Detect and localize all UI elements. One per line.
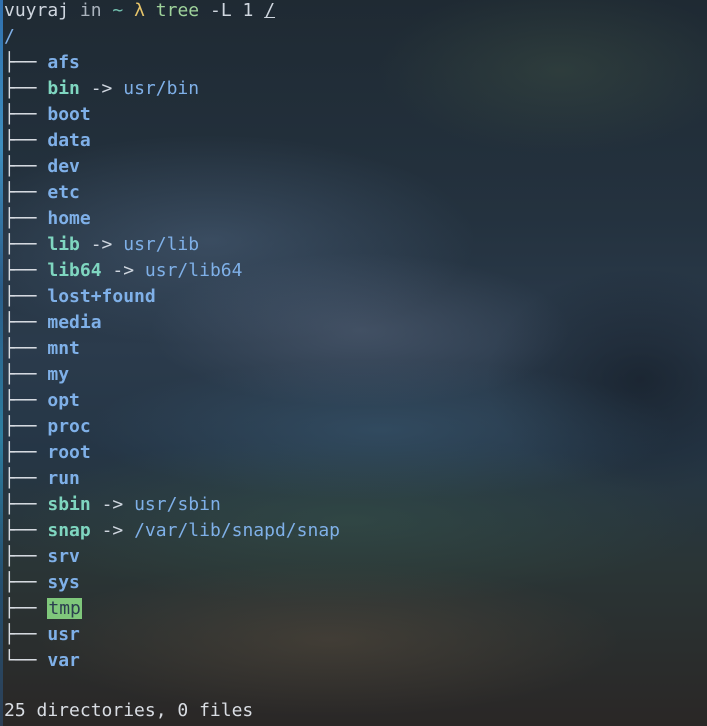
directory-name: media <box>47 312 102 333</box>
directory-name: boot <box>47 104 91 125</box>
directory-name: mnt <box>47 338 80 359</box>
command-args: -L 1 <box>209 0 254 21</box>
prompt-in: in <box>79 0 102 21</box>
tree-entry: ├── my <box>4 364 707 390</box>
symlink-target: usr/lib64 <box>144 260 243 281</box>
tree-entry: ├── sys <box>4 572 707 598</box>
prompt-lambda-icon: λ <box>134 0 145 21</box>
prompt-user: vuyraj <box>4 0 70 21</box>
command-name: tree <box>155 0 200 21</box>
terminal-window[interactable]: vuyraj in ~ λ tree -L 1 / / ├── afs ├── b… <box>0 0 707 726</box>
symlink-name: sbin <box>47 494 91 515</box>
tree-branch-glyph: ├── <box>4 468 37 489</box>
prompt-line: vuyraj in ~ λ tree -L 1 / <box>4 0 707 26</box>
tree-list: ├── afs ├── bin -> usr/bin ├── boot ├── dat… <box>4 52 707 676</box>
tree-branch-glyph: ├── <box>4 234 37 255</box>
tree-branch-glyph: ├── <box>4 104 37 125</box>
tree-branch-glyph: ├── <box>4 260 37 281</box>
tree-branch-glyph: ├── <box>4 442 37 463</box>
tree-branch-glyph: ├── <box>4 52 37 73</box>
tree-branch-glyph: ├── <box>4 338 37 359</box>
directory-name: tmp <box>47 598 82 619</box>
symlink-target: usr/sbin <box>134 494 221 515</box>
tree-branch-glyph: └── <box>4 650 37 671</box>
window-edge <box>0 0 3 726</box>
tree-entry: ├── media <box>4 312 707 338</box>
tree-branch-glyph: ├── <box>4 182 37 203</box>
directory-name: dev <box>47 156 80 177</box>
directory-name: afs <box>47 52 80 73</box>
prompt-cwd: ~ <box>112 0 124 21</box>
directory-name: etc <box>47 182 80 203</box>
tree-branch-glyph: ├── <box>4 286 37 307</box>
directory-name: proc <box>47 416 91 437</box>
tree-entry: ├── run <box>4 468 707 494</box>
tree-entry: ├── opt <box>4 390 707 416</box>
symlink-arrow: -> <box>101 494 124 515</box>
tree-entry: ├── etc <box>4 182 707 208</box>
symlink-arrow: -> <box>90 234 113 255</box>
tree-entry: ├── proc <box>4 416 707 442</box>
tree-branch-glyph: ├── <box>4 312 37 333</box>
tree-entry: ├── mnt <box>4 338 707 364</box>
tree-entry: ├── usr <box>4 624 707 650</box>
tree-entry: ├── lib -> usr/lib <box>4 234 707 260</box>
directory-name: opt <box>47 390 80 411</box>
tree-branch-glyph: ├── <box>4 520 37 541</box>
tree-entry: ├── lost+found <box>4 286 707 312</box>
symlink-target: usr/lib <box>123 234 200 255</box>
directory-name: sys <box>47 572 80 593</box>
directory-name: usr <box>47 624 80 645</box>
tree-entry: ├── home <box>4 208 707 234</box>
directory-name: home <box>47 208 91 229</box>
tree-branch-glyph: ├── <box>4 494 37 515</box>
tree-branch-glyph: ├── <box>4 416 37 437</box>
symlink-arrow: -> <box>101 520 124 541</box>
tree-entry: ├── afs <box>4 52 707 78</box>
tree-branch-glyph: ├── <box>4 156 37 177</box>
tree-entry: ├── sbin -> usr/sbin <box>4 494 707 520</box>
directory-name: data <box>47 130 91 151</box>
directory-name: my <box>47 364 70 385</box>
tree-entry: └── var <box>4 650 707 676</box>
symlink-target: /var/lib/snapd/snap <box>134 520 340 541</box>
tree-branch-glyph: ├── <box>4 208 37 229</box>
tree-branch-glyph: ├── <box>4 390 37 411</box>
tree-branch-glyph: ├── <box>4 546 37 567</box>
directory-name: srv <box>47 546 80 567</box>
tree-branch-glyph: ├── <box>4 130 37 151</box>
directory-name: var <box>47 650 80 671</box>
tree-entry: ├── lib64 -> usr/lib64 <box>4 260 707 286</box>
symlink-name: lib64 <box>47 260 102 281</box>
tree-root: / <box>4 26 15 47</box>
tree-entry: ├── root <box>4 442 707 468</box>
tree-entry: ├── dev <box>4 156 707 182</box>
symlink-name: lib <box>47 234 80 255</box>
summary-line: 25 directories, 0 files <box>4 700 254 721</box>
tree-entry: ├── tmp <box>4 598 707 624</box>
tree-branch-glyph: ├── <box>4 364 37 385</box>
symlink-target: usr/bin <box>123 78 200 99</box>
tree-branch-glyph: ├── <box>4 572 37 593</box>
tree-branch-glyph: ├── <box>4 598 37 619</box>
tree-branch-glyph: ├── <box>4 78 37 99</box>
terminal-output: vuyraj in ~ λ tree -L 1 / / ├── afs ├── b… <box>4 0 707 726</box>
symlink-arrow: -> <box>112 260 135 281</box>
command-path: / <box>264 0 276 21</box>
directory-name: run <box>47 468 80 489</box>
symlink-name: bin <box>47 78 80 99</box>
directory-name: root <box>47 442 91 463</box>
tree-entry: ├── data <box>4 130 707 156</box>
tree-branch-glyph: ├── <box>4 624 37 645</box>
symlink-arrow: -> <box>90 78 113 99</box>
directory-name: lost+found <box>47 286 156 307</box>
tree-entry: ├── boot <box>4 104 707 130</box>
tree-entry: ├── snap -> /var/lib/snapd/snap <box>4 520 707 546</box>
tree-entry: ├── bin -> usr/bin <box>4 78 707 104</box>
symlink-name: snap <box>47 520 91 541</box>
tree-entry: ├── srv <box>4 546 707 572</box>
